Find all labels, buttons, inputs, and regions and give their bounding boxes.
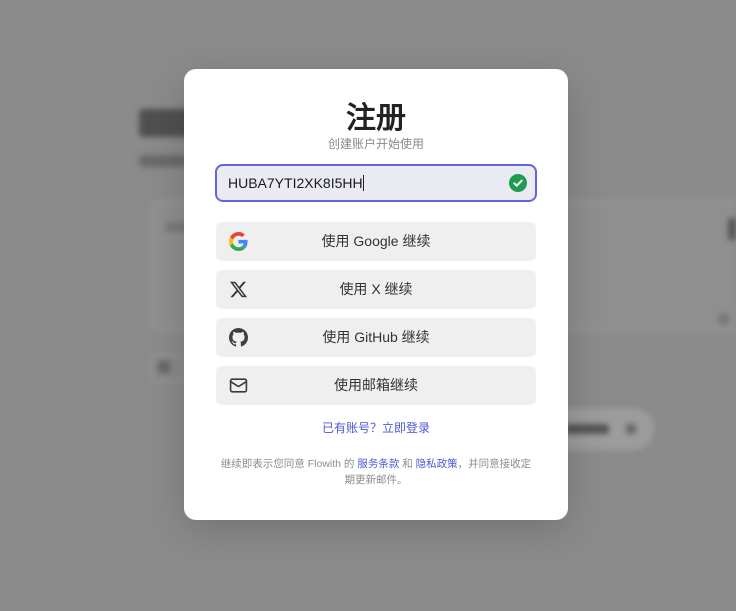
github-signin-label: 使用 GitHub 继续 [322,329,430,345]
terms-and: 和 [399,458,416,470]
terms-notice: 继续即表示您同意 Flowith 的 服务条款 和 隐私政策，并同意接收定期更新… [219,456,533,488]
dialog-title: 注册 [346,102,406,135]
invite-code-input[interactable] [217,166,535,200]
signup-dialog: 注册 创建账户开始使用 使用 Google 继续 使用 [184,69,568,520]
check-circle-icon [509,174,527,192]
text-caret [363,175,364,191]
github-signin-button[interactable]: 使用 GitHub 继续 [216,318,536,357]
login-link[interactable]: 已有账号？立即登录 [322,421,430,435]
google-icon [229,232,248,251]
terms-prefix: 继续即表示您同意 Flowith 的 [220,458,358,470]
google-signin-label: 使用 Google 继续 [321,233,431,249]
x-signin-label: 使用 X 继续 [339,281,413,297]
x-signin-button[interactable]: 使用 X 继续 [216,270,536,309]
privacy-policy-link[interactable]: 隐私政策 [416,458,458,470]
x-icon [229,280,248,299]
email-signin-label: 使用邮箱继续 [334,377,418,393]
terms-of-service-link[interactable]: 服务条款 [357,458,399,470]
login-prompt: 已有账号？立即登录 [216,420,536,436]
mail-icon [229,376,248,395]
github-icon [229,328,248,347]
dialog-subtitle: 创建账户开始使用 [327,137,424,151]
email-signin-button[interactable]: 使用邮箱继续 [216,366,536,405]
google-signin-button[interactable]: 使用 Google 继续 [216,222,536,261]
invite-code-field [215,164,537,202]
